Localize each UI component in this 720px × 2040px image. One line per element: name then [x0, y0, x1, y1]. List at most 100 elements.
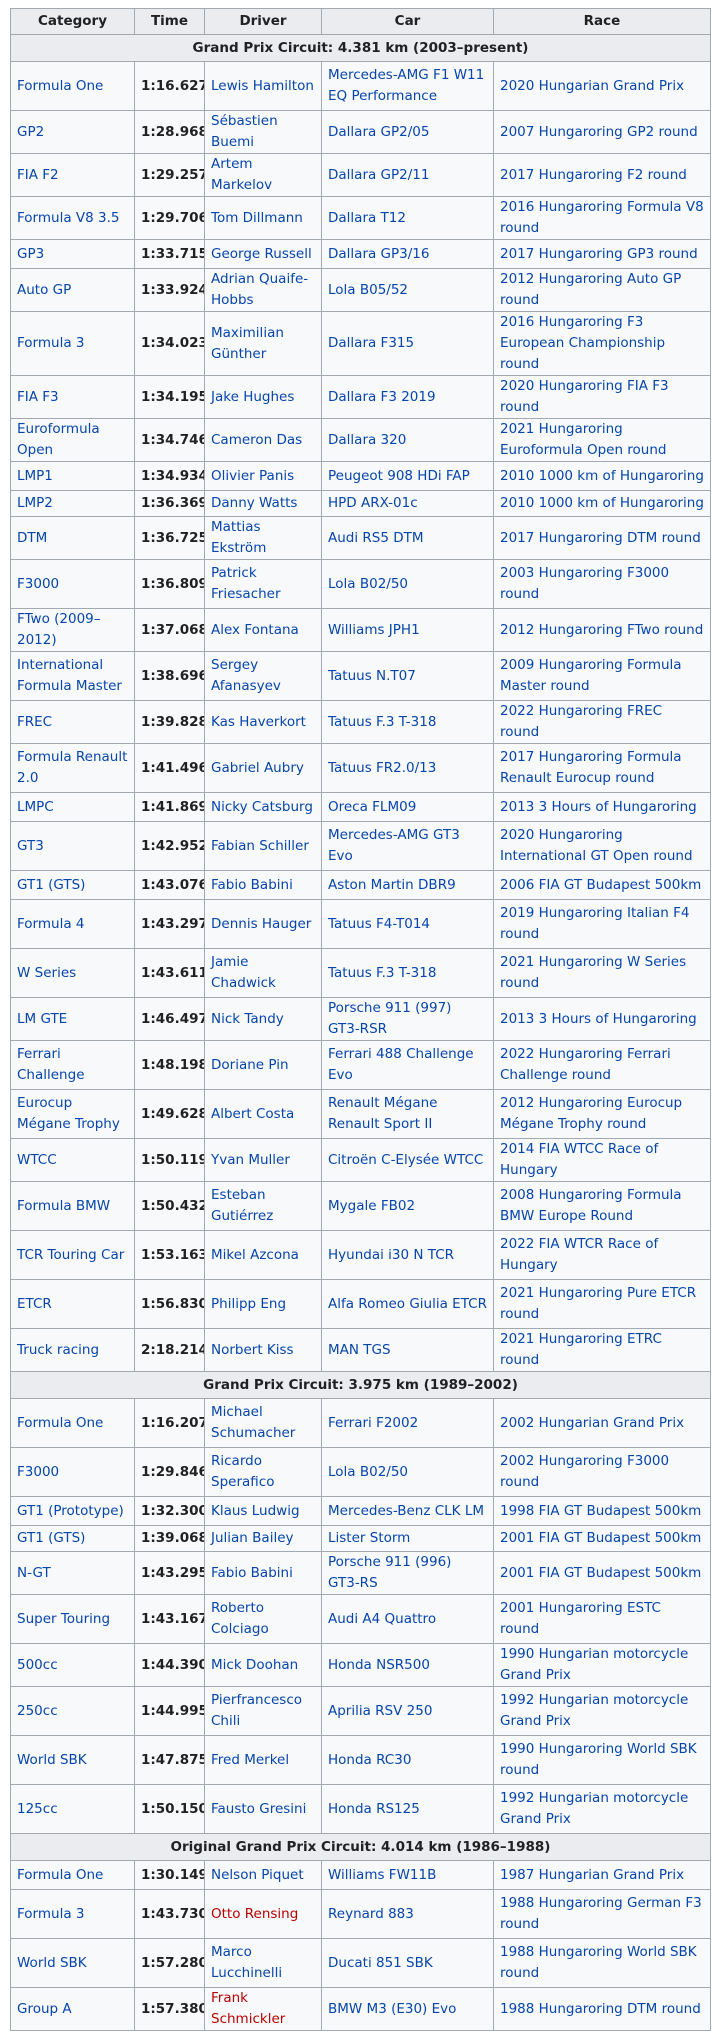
car-cell[interactable]: Lister Storm — [321, 1525, 494, 1552]
race-cell[interactable]: 2017 Hungaroring F2 round — [493, 153, 711, 197]
race-cell[interactable]: 2012 Hungaroring FTwo round — [493, 608, 711, 652]
driver-cell[interactable]: Jake Hughes — [204, 375, 322, 419]
category-cell[interactable]: Formula Renault 2.0 — [10, 743, 135, 793]
race-cell[interactable]: 1998 FIA GT Budapest 500km — [493, 1496, 711, 1526]
category-cell[interactable]: LM GTE — [10, 997, 135, 1041]
car-cell[interactable]: Peugeot 908 HDi FAP — [321, 461, 494, 491]
driver-cell[interactable]: Nelson Piquet — [204, 1860, 322, 1890]
driver-cell[interactable]: Cameron Das — [204, 418, 322, 462]
car-cell[interactable]: Porsche 911 (997) GT3-RSR — [321, 997, 494, 1041]
driver-cell[interactable]: Julian Bailey — [204, 1525, 322, 1552]
race-cell[interactable]: 2001 FIA GT Budapest 500km — [493, 1551, 711, 1595]
driver-cell[interactable]: Doriane Pin — [204, 1040, 322, 1090]
car-cell[interactable]: MAN TGS — [321, 1328, 494, 1372]
category-cell[interactable]: GT1 (Prototype) — [10, 1496, 135, 1526]
category-cell[interactable]: ETCR — [10, 1279, 135, 1329]
driver-cell[interactable]: Mick Doohan — [204, 1643, 322, 1687]
category-cell[interactable]: GT1 (GTS) — [10, 1525, 135, 1552]
car-cell[interactable]: Ferrari F2002 — [321, 1398, 494, 1448]
category-cell[interactable]: Formula One — [10, 61, 135, 111]
driver-cell[interactable]: Norbert Kiss — [204, 1328, 322, 1372]
race-cell[interactable]: 1988 Hungaroring German F3 round — [493, 1889, 711, 1939]
car-cell[interactable]: Tatuus FR2.0/13 — [321, 743, 494, 793]
category-cell[interactable]: WTCC — [10, 1138, 135, 1182]
category-cell[interactable]: Formula One — [10, 1860, 135, 1890]
driver-cell[interactable]: Lewis Hamilton — [204, 61, 322, 111]
car-cell[interactable]: Lola B05/52 — [321, 268, 494, 312]
category-cell[interactable]: Ferrari Challenge — [10, 1040, 135, 1090]
category-cell[interactable]: N-GT — [10, 1551, 135, 1595]
driver-cell[interactable]: Patrick Friesacher — [204, 559, 322, 609]
driver-cell[interactable]: Ricardo Sperafico — [204, 1447, 322, 1497]
race-cell[interactable]: 2002 Hungarian Grand Prix — [493, 1398, 711, 1448]
race-cell[interactable]: 2020 Hungarian Grand Prix — [493, 61, 711, 111]
category-cell[interactable]: DTM — [10, 516, 135, 560]
driver-cell[interactable]: Adrian Quaife-Hobbs — [204, 268, 322, 312]
header-car[interactable]: Car — [321, 8, 494, 35]
race-cell[interactable]: 1987 Hungarian Grand Prix — [493, 1860, 711, 1890]
car-cell[interactable]: Citroën C-Elysée WTCC — [321, 1138, 494, 1182]
driver-cell[interactable]: Klaus Ludwig — [204, 1496, 322, 1526]
race-cell[interactable]: 2013 3 Hours of Hungaroring — [493, 792, 711, 822]
car-cell[interactable]: Ducati 851 SBK — [321, 1938, 494, 1988]
category-cell[interactable]: Euroformula Open — [10, 418, 135, 462]
category-cell[interactable]: Group A — [10, 1987, 135, 2031]
driver-cell[interactable]: Fabio Babini — [204, 1551, 322, 1595]
category-cell[interactable]: LMPC — [10, 792, 135, 822]
category-cell[interactable]: W Series — [10, 948, 135, 998]
driver-cell[interactable]: Gabriel Aubry — [204, 743, 322, 793]
driver-cell[interactable]: Kas Haverkort — [204, 700, 322, 744]
category-cell[interactable]: FTwo (2009–2012) — [10, 608, 135, 652]
race-cell[interactable]: 2020 Hungaroring FIA F3 round — [493, 375, 711, 419]
car-cell[interactable]: Mercedes-AMG F1 W11 EQ Performance — [321, 61, 494, 111]
race-cell[interactable]: 2010 1000 km of Hungaroring — [493, 461, 711, 491]
category-cell[interactable]: GP2 — [10, 110, 135, 154]
race-cell[interactable]: 2009 Hungaroring Formula Master round — [493, 651, 711, 701]
category-cell[interactable]: Formula BMW — [10, 1181, 135, 1231]
category-cell[interactable]: FREC — [10, 700, 135, 744]
race-cell[interactable]: 1992 Hungarian motorcycle Grand Prix — [493, 1686, 711, 1736]
race-cell[interactable]: 2022 Hungaroring FREC round — [493, 700, 711, 744]
category-cell[interactable]: Truck racing — [10, 1328, 135, 1372]
race-cell[interactable]: 1992 Hungarian motorcycle Grand Prix — [493, 1784, 711, 1834]
driver-cell[interactable]: Roberto Colciago — [204, 1594, 322, 1644]
driver-cell[interactable]: Sébastien Buemi — [204, 110, 322, 154]
category-cell[interactable]: Formula 3 — [10, 311, 135, 376]
race-cell[interactable]: 1988 Hungaroring World SBK round — [493, 1938, 711, 1988]
header-race[interactable]: Race — [493, 8, 711, 35]
race-cell[interactable]: 2012 Hungaroring Eurocup Mégane Trophy r… — [493, 1089, 711, 1139]
car-cell[interactable]: Ferrari 488 Challenge Evo — [321, 1040, 494, 1090]
car-cell[interactable]: Dallara F3 2019 — [321, 375, 494, 419]
category-cell[interactable]: Formula One — [10, 1398, 135, 1448]
category-cell[interactable]: GP3 — [10, 239, 135, 269]
car-cell[interactable]: Williams FW11B — [321, 1860, 494, 1890]
race-cell[interactable]: 2022 FIA WTCR Race of Hungary — [493, 1230, 711, 1280]
driver-cell[interactable]: Otto Rensing — [204, 1889, 322, 1939]
race-cell[interactable]: 2021 Hungaroring ETRC round — [493, 1328, 711, 1372]
category-cell[interactable]: Super Touring — [10, 1594, 135, 1644]
car-cell[interactable]: Honda NSR500 — [321, 1643, 494, 1687]
car-cell[interactable]: Mercedes-AMG GT3 Evo — [321, 821, 494, 871]
category-cell[interactable]: FIA F2 — [10, 153, 135, 197]
driver-cell[interactable]: Pierfrancesco Chili — [204, 1686, 322, 1736]
car-cell[interactable]: Dallara 320 — [321, 418, 494, 462]
driver-cell[interactable]: Mattias Ekström — [204, 516, 322, 560]
driver-cell[interactable]: Fabian Schiller — [204, 821, 322, 871]
race-cell[interactable]: 2017 Hungaroring Formula Renault Eurocup… — [493, 743, 711, 793]
category-cell[interactable]: LMP1 — [10, 461, 135, 491]
driver-cell[interactable]: Dennis Hauger — [204, 899, 322, 949]
driver-cell[interactable]: Philipp Eng — [204, 1279, 322, 1329]
race-cell[interactable]: 2020 Hungaroring International GT Open r… — [493, 821, 711, 871]
category-cell[interactable]: FIA F3 — [10, 375, 135, 419]
driver-cell[interactable]: Esteban Gutiérrez — [204, 1181, 322, 1231]
car-cell[interactable]: Honda RC30 — [321, 1735, 494, 1785]
car-cell[interactable]: Aprilia RSV 250 — [321, 1686, 494, 1736]
driver-cell[interactable]: Tom Dillmann — [204, 196, 322, 240]
car-cell[interactable]: HPD ARX-01c — [321, 490, 494, 517]
driver-cell[interactable]: George Russell — [204, 239, 322, 269]
header-driver[interactable]: Driver — [204, 8, 322, 35]
category-cell[interactable]: International Formula Master — [10, 651, 135, 701]
race-cell[interactable]: 1990 Hungarian motorcycle Grand Prix — [493, 1643, 711, 1687]
header-time[interactable]: Time — [134, 8, 205, 35]
category-cell[interactable]: GT1 (GTS) — [10, 870, 135, 900]
